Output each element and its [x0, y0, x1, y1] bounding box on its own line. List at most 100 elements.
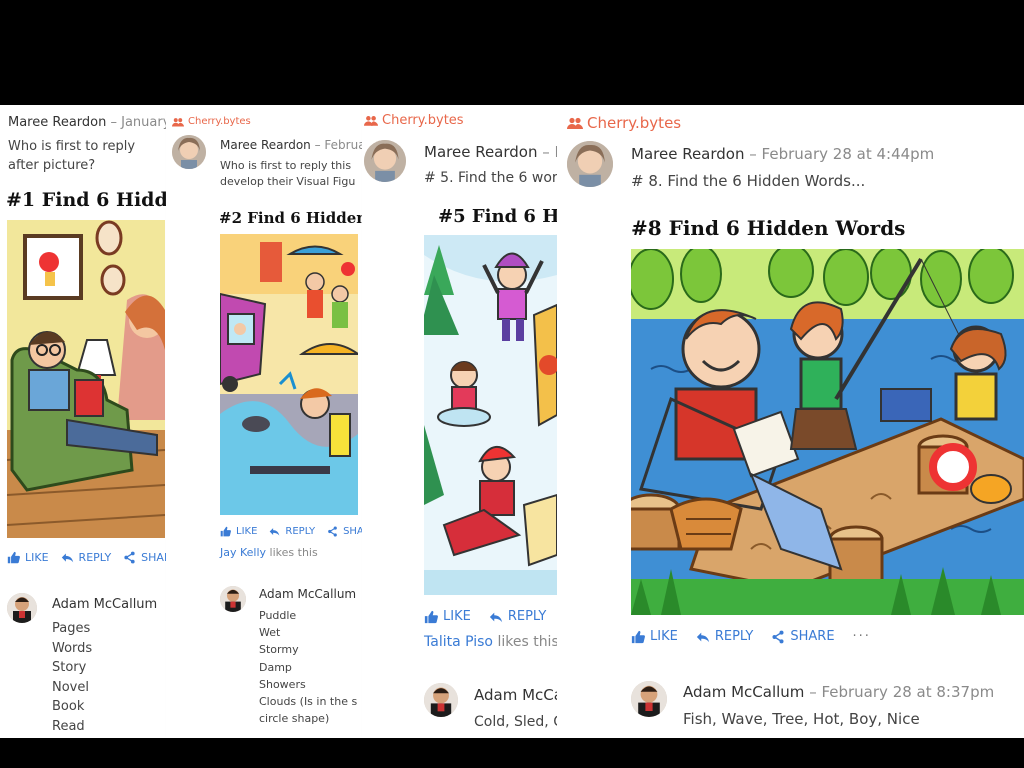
like-button[interactable]: LIKE — [7, 551, 49, 564]
comment-line: Read — [52, 718, 85, 734]
post-text: # 5. Find the 6 wor — [424, 170, 557, 186]
post-author[interactable]: Maree Reardon – F — [424, 143, 557, 161]
comment-avatar[interactable] — [424, 683, 458, 717]
share-label: SHAR — [141, 551, 166, 564]
post-author[interactable]: Maree Reardon – Februa — [220, 138, 362, 152]
post-date: – January — [110, 115, 167, 130]
reply-button[interactable]: REPLY — [489, 609, 546, 624]
reply-icon — [270, 528, 280, 536]
post-actions: LIKE REPLY SHAR — [7, 551, 166, 564]
comment-author[interactable]: Adam McCallum — [52, 597, 157, 612]
top-black-bar — [0, 0, 1024, 105]
reply-icon — [61, 553, 73, 563]
comment-author[interactable]: Adam McCallum — [259, 587, 356, 601]
post-card-1[interactable]: Maree Reardon – January Who is first to … — [0, 105, 166, 738]
post-date: – February 28 at 4:44pm — [749, 145, 935, 163]
liker-name[interactable]: Talita Piso — [424, 634, 493, 650]
likes-suffix: likes this — [497, 634, 557, 650]
post-card-4[interactable]: Cherry.bytes Maree Reardon – February 28… — [557, 105, 1024, 738]
post-text: Who is first to reply this develop their… — [220, 159, 356, 188]
comment-body: Puddle Wet Stormy Damp Showers Clouds (I… — [259, 607, 357, 727]
post-title: #1 Find 6 Hidden — [6, 189, 166, 211]
share-button[interactable]: SHARE — [771, 629, 835, 644]
reply-icon — [696, 632, 709, 642]
comment-body: Fish, Wave, Tree, Hot, Boy, Nice — [683, 709, 920, 729]
like-icon — [631, 630, 645, 643]
share-label: SHAR — [343, 526, 362, 537]
author-name[interactable]: Maree Reardon — [631, 145, 744, 163]
reply-button[interactable]: REPLY — [696, 629, 754, 644]
group-icon — [567, 117, 583, 129]
like-button[interactable]: LIKE — [631, 629, 678, 644]
comment-line: Words — [52, 640, 93, 656]
liker-name[interactable]: Jay Kelly — [220, 546, 266, 559]
author-avatar[interactable] — [172, 135, 206, 169]
share-icon — [328, 526, 337, 537]
post-card-3[interactable]: Cherry.bytes Maree Reardon – F # 5. Find… — [362, 105, 557, 738]
author-name[interactable]: Maree Reardon — [220, 138, 311, 152]
likes-summary: Talita Piso likes this — [424, 634, 557, 650]
like-label: LIKE — [236, 526, 258, 537]
reply-label: REPLY — [714, 629, 754, 644]
comment-avatar[interactable] — [631, 681, 667, 717]
post-card-2[interactable]: Cherry.bytes Maree Reardon – Februa Who … — [166, 105, 362, 738]
share-button[interactable]: SHAR — [327, 526, 362, 537]
like-button[interactable]: LIKE — [220, 526, 257, 537]
comment-author[interactable]: Adam McCa — [474, 686, 557, 704]
reply-button[interactable]: REPLY — [61, 551, 112, 564]
comment-line: Fish, Wave, Tree, Hot, Boy, Nice — [683, 710, 920, 728]
post-title: #5 Find 6 Hid — [438, 206, 557, 227]
group-tag[interactable]: Cherry.bytes — [172, 116, 251, 127]
post-author[interactable]: Maree Reardon – January — [8, 115, 166, 130]
comment-body: Cold, Sled, C — [474, 712, 557, 732]
comment-line: Showers — [259, 677, 306, 691]
comment-line: Cold, Sled, C — [474, 714, 557, 730]
like-icon — [7, 551, 20, 564]
like-label: LIKE — [443, 609, 471, 624]
author-avatar[interactable] — [364, 140, 406, 182]
group-tag[interactable]: Cherry.bytes — [364, 113, 464, 128]
comment-avatar[interactable] — [7, 593, 37, 623]
like-icon — [424, 610, 438, 623]
reply-label: REPLY — [78, 551, 112, 564]
author-avatar[interactable] — [567, 141, 613, 187]
author-name[interactable]: Maree Reardon — [8, 115, 106, 130]
like-icon — [220, 526, 231, 537]
author-name[interactable]: Maree Reardon — [424, 143, 537, 161]
bottom-black-bar — [0, 738, 1024, 768]
comment-avatar[interactable] — [220, 586, 246, 612]
more-icon[interactable]: ··· — [853, 629, 871, 644]
illustration-fishing-dock[interactable] — [631, 249, 1024, 615]
post-actions: LIKE REPLY — [424, 609, 546, 624]
comment-line: Pages — [52, 621, 91, 636]
group-name: Cherry.bytes — [188, 116, 251, 127]
post-title: #8 Find 6 Hidden Words — [631, 216, 906, 240]
share-button[interactable]: SHAR — [123, 551, 166, 564]
share-label: SHARE — [790, 629, 835, 644]
comment-body: Pages Words Story Novel Book Read — [52, 619, 92, 736]
comment-line: Novel — [52, 679, 89, 695]
likes-summary: Jay Kelly likes this — [220, 546, 318, 559]
post-actions: LIKE REPLY SHAR — [220, 526, 362, 537]
comment-line: Stormy — [259, 643, 299, 657]
illustration-living-room[interactable] — [7, 220, 165, 538]
post-date: – Februa — [314, 138, 362, 152]
group-icon — [172, 117, 184, 126]
comment-line: circle shape) — [259, 712, 330, 726]
group-tag[interactable]: Cherry.bytes — [567, 114, 681, 132]
illustration-winter-snow[interactable] — [424, 235, 557, 595]
comment-line: Book — [52, 699, 85, 714]
comment-line: Puddle — [259, 609, 297, 622]
comment-line: Story — [52, 660, 87, 675]
comment-author[interactable]: Adam McCallum — [683, 683, 804, 701]
post-author[interactable]: Maree Reardon – February 28 at 4:44pm — [631, 145, 934, 163]
post-title: #2 Find 6 Hidden W — [219, 209, 362, 227]
feed-stage: Maree Reardon – January Who is first to … — [0, 105, 1024, 738]
like-label: LIKE — [25, 551, 49, 564]
share-icon — [772, 630, 784, 643]
share-icon — [124, 551, 135, 564]
comment-line: Clouds (Is in the s — [259, 695, 358, 709]
like-button[interactable]: LIKE — [424, 609, 471, 624]
reply-button[interactable]: REPLY — [269, 526, 315, 537]
illustration-rainy-street[interactable] — [220, 234, 358, 515]
